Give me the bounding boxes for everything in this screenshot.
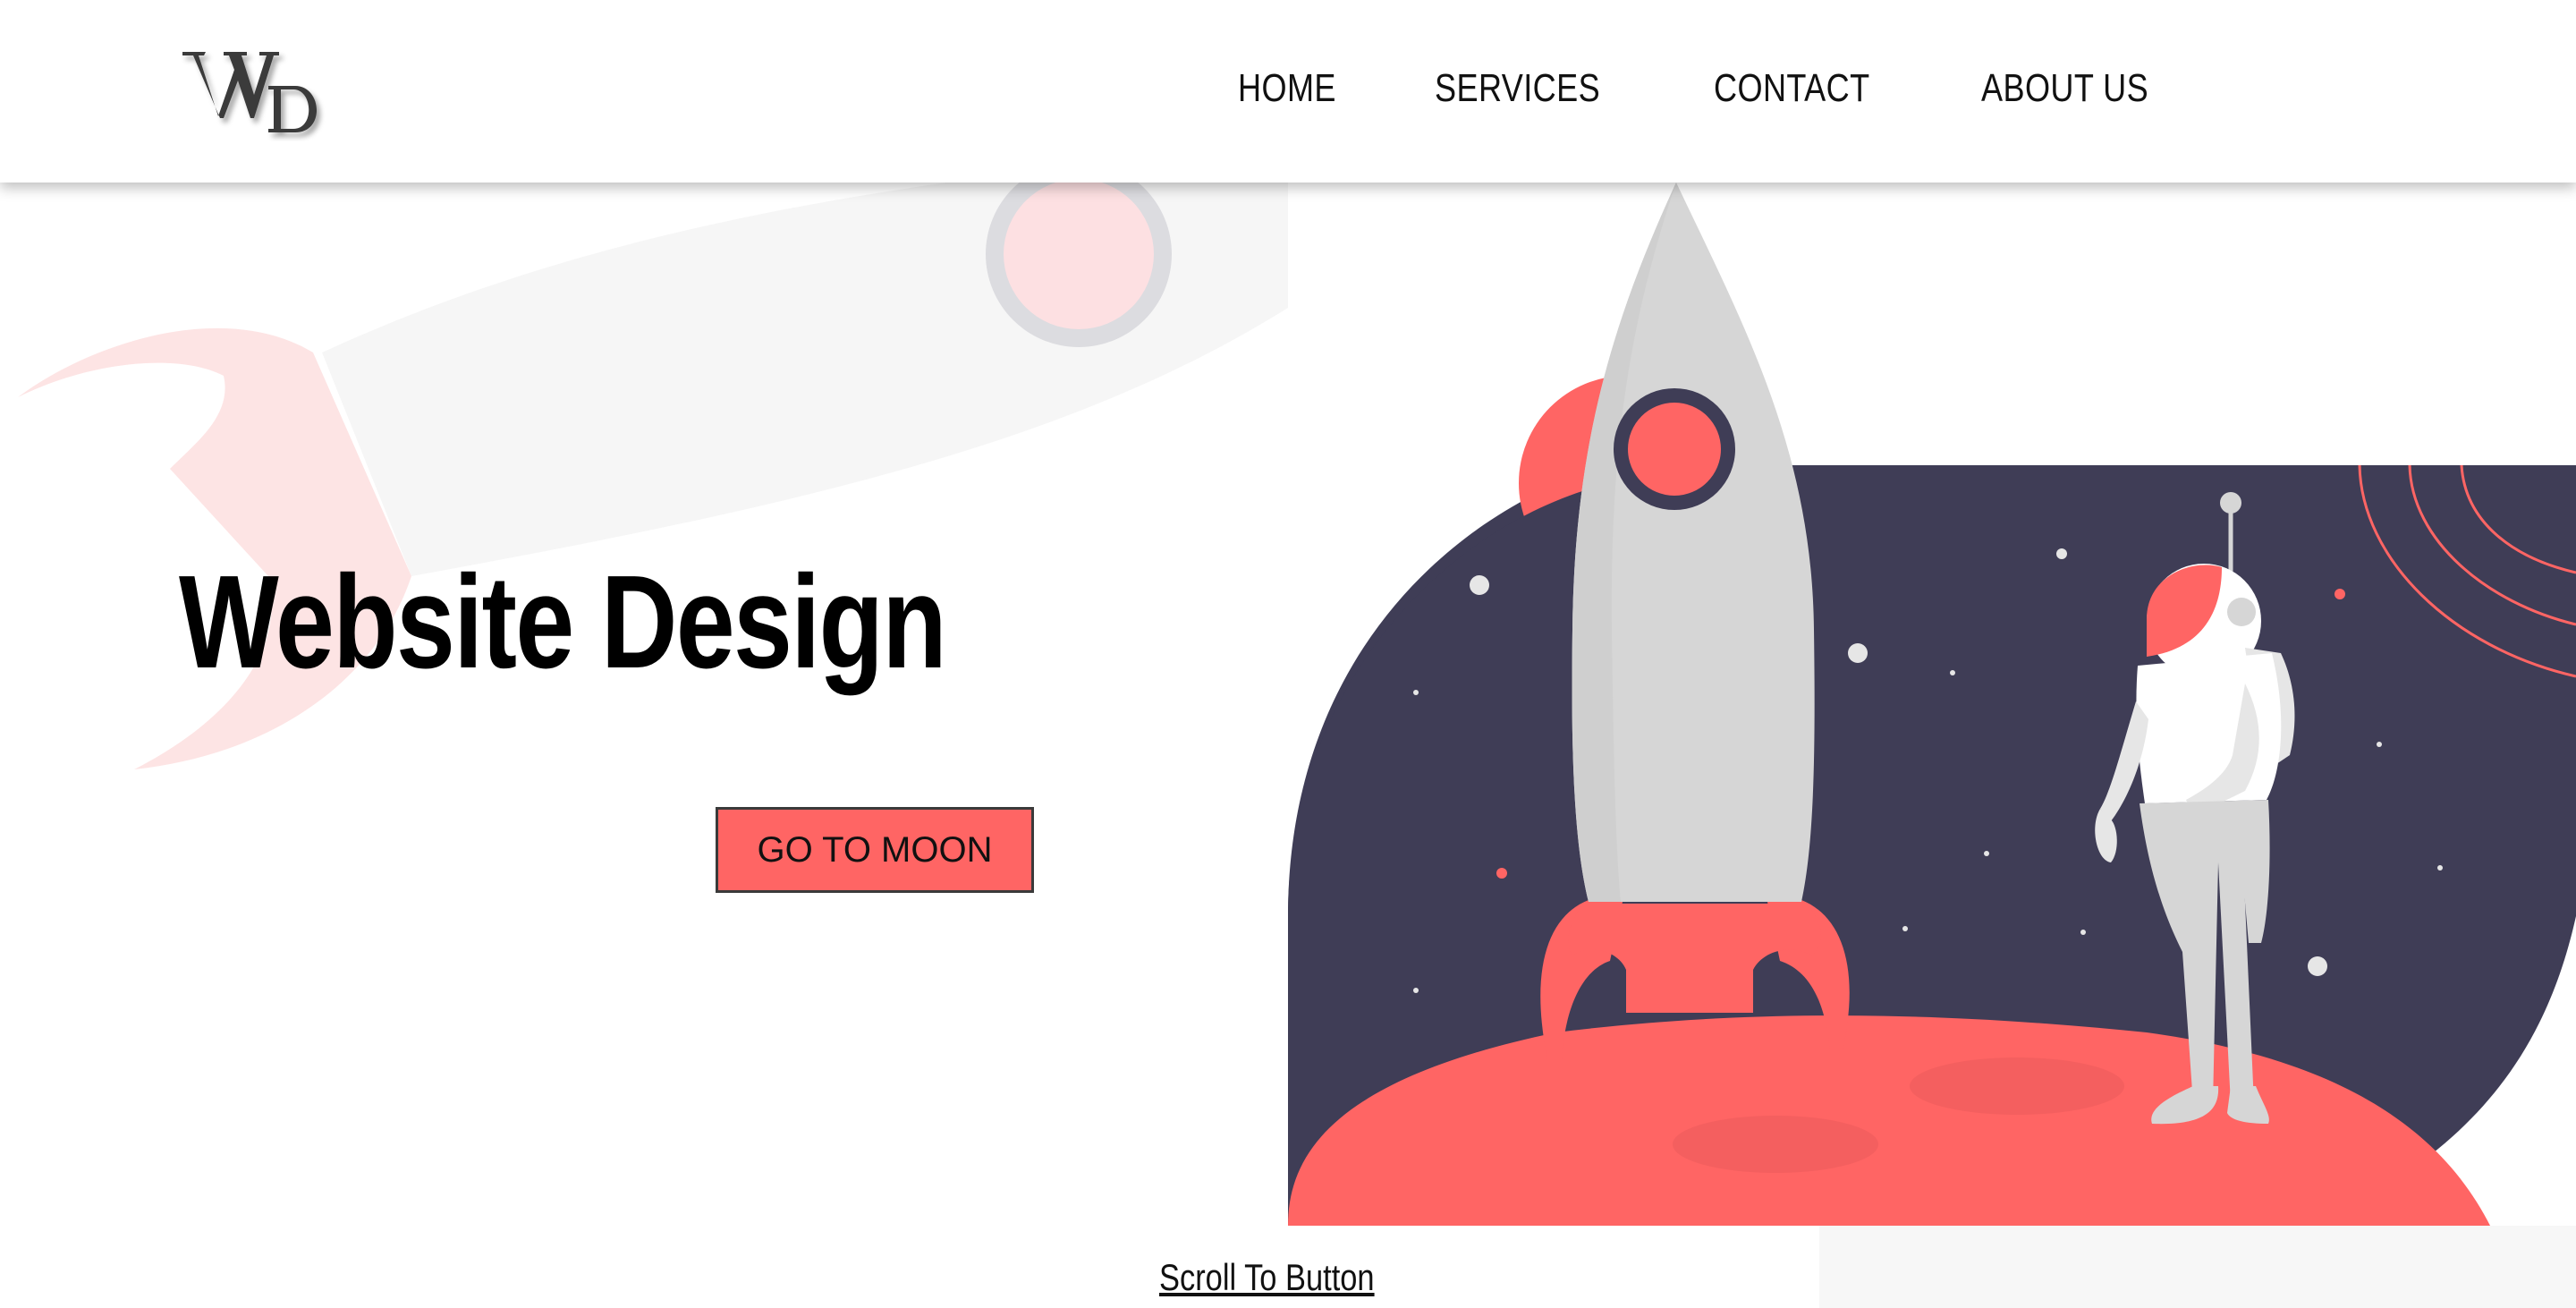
nav-contact[interactable]: CONTACT — [1714, 66, 1870, 111]
hero-title: Website Design — [179, 548, 947, 696]
page: HOME SERVICES CONTACT ABOUT US Website D… — [0, 0, 2576, 1308]
bottom-strip — [1819, 1226, 2576, 1308]
scroll-to-button-link[interactable]: Scroll To Button — [1159, 1256, 1375, 1299]
rocket-astronaut-illustration — [1288, 183, 2576, 1226]
nav-home[interactable]: HOME — [1238, 66, 1336, 111]
nav-services[interactable]: SERVICES — [1435, 66, 1600, 111]
main-nav: HOME SERVICES CONTACT ABOUT US — [1238, 66, 2185, 111]
logo-icon[interactable] — [179, 43, 331, 141]
site-header: HOME SERVICES CONTACT ABOUT US — [0, 0, 2576, 183]
nav-about-us[interactable]: ABOUT US — [1981, 66, 2148, 111]
go-to-moon-button[interactable]: GO TO MOON — [716, 807, 1034, 893]
background-rocket-illustration — [18, 183, 1288, 769]
